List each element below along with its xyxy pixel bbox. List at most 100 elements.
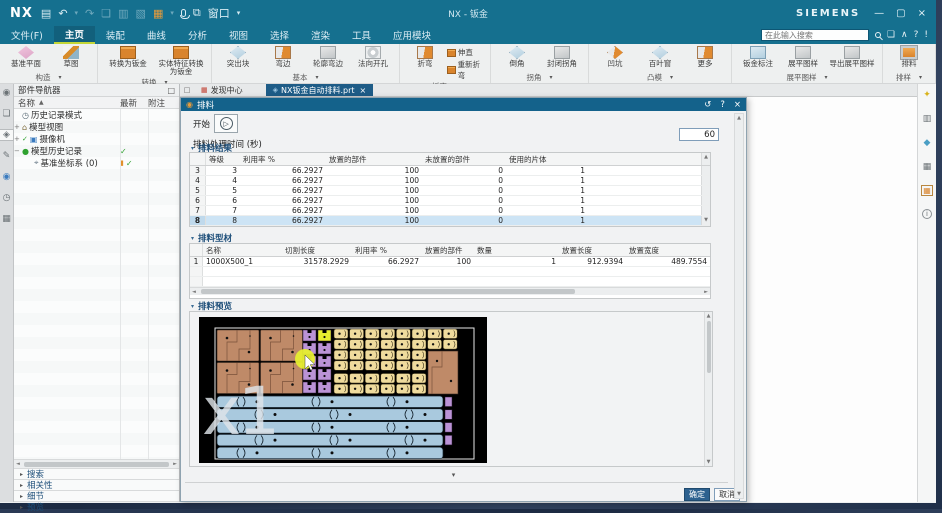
window-menu-dropdown-icon[interactable]: ▾ [237,9,241,17]
section-preview[interactable]: ▸预览 [14,501,179,512]
window-menu[interactable]: 窗口 [208,5,230,21]
ok-button[interactable]: 确定 [684,488,710,501]
profiles-hscrollbar[interactable]: ◄ ► [190,287,710,295]
restore-button[interactable]: ▢ [896,8,905,19]
navigator-hscrollbar[interactable]: ◄ ► [14,459,179,468]
col-utilization[interactable]: 利用率 % [352,245,422,256]
redo-icon[interactable]: ↷ [85,7,94,20]
voice-command-icon[interactable] [181,9,186,17]
scroll-right-icon[interactable]: ► [702,289,710,295]
section-details[interactable]: ▸细节 [14,490,179,501]
dimple-button[interactable]: 凹坑 [593,45,637,68]
table-row[interactable]: 5566.292710001 [190,186,710,196]
scrollbar-thumb[interactable] [201,289,575,294]
col-sheets[interactable]: 使用的片体 [506,154,588,165]
section-search[interactable]: ▸搜索 [14,468,179,479]
roles-icon[interactable]: ▦ [0,214,13,224]
tab-assemblies[interactable]: 装配 [95,26,136,44]
nesting-shortcut-icon[interactable]: ▦ [922,186,932,195]
col-quantity[interactable]: 数量 [474,245,559,256]
part-navigator-icon[interactable]: ◈ [0,130,13,140]
scroll-down-icon[interactable]: ▼ [737,491,741,497]
dialog-collapse-icon[interactable]: ▾ [181,471,726,479]
export-flat-pattern-shortcut-icon[interactable]: ▥ [923,114,932,124]
nest-time-input[interactable] [679,128,719,141]
favorites-icon[interactable]: ✦ [923,90,931,100]
view-manager-icon[interactable]: ◉ [0,172,13,182]
expander-icon[interactable]: + [14,135,20,143]
dialog-title-bar[interactable]: ◉ 排料 ↺ ? × [181,98,746,111]
undo-dropdown-icon[interactable]: ▾ [75,9,79,17]
col-utilization[interactable]: 利用率 % [240,154,326,165]
table-row-empty[interactable] [190,267,710,277]
solid-to-sheet-metal-button[interactable]: 实体特征转换为钣金 [155,45,207,77]
detach-panel-icon[interactable]: □ [167,86,175,95]
table-row[interactable]: 7766.292710001 [190,206,710,216]
ribbon-group-label[interactable]: 排样▾ [885,72,933,83]
flat-pattern-shortcut-icon[interactable]: ▦ [923,162,932,172]
ribbon-group-label[interactable]: 展平图样▾ [734,72,880,83]
sketch-button[interactable]: 草图 [49,45,93,68]
tab-discovery-center[interactable]: ▦ 发现中心 [194,84,250,96]
scrollbar-thumb[interactable] [707,321,711,373]
cut-icon[interactable]: ❏ [101,7,111,20]
nesting-button[interactable]: 排料 [887,45,931,68]
dialog-close-icon[interactable]: × [734,100,741,110]
dialog-vscrollbar[interactable]: ▲ ▼ [734,113,744,499]
tab-tools[interactable]: 工具 [341,26,382,44]
help-icon[interactable]: ? [914,30,919,40]
rebend-button[interactable]: 重新折弯 [447,59,486,81]
scroll-up-icon[interactable]: ▲ [707,313,711,319]
col-placed-length[interactable]: 放置长度 [559,245,626,256]
scroll-down-icon[interactable]: ▼ [707,459,711,465]
scroll-up-icon[interactable]: ▲ [704,154,708,160]
tab-feature-shortcut-icon[interactable]: ◆ [924,138,931,148]
tab-application[interactable]: 应用模块 [382,26,442,44]
close-tab-icon[interactable]: × [360,86,367,95]
col-name[interactable]: 名称 [203,245,282,256]
scroll-left-icon[interactable]: ◄ [14,461,22,467]
search-input[interactable] [761,29,869,41]
table-row[interactable]: 6666.292710001 [190,196,710,206]
results-vscrollbar-bottom[interactable]: ▼ [701,216,710,225]
tree-row-history-mode[interactable]: ◷历史记录模式 [14,109,179,121]
fullscreen-icon[interactable]: ❏ [887,30,895,40]
tab-feature-button[interactable]: 突出块 [216,45,260,68]
save-icon[interactable]: ▤ [41,7,51,20]
col-placed[interactable]: 放置的部件 [422,245,474,256]
minimize-ribbon-icon[interactable]: ∧ [901,30,908,40]
info-icon[interactable]: i [922,209,932,219]
search-icon[interactable] [875,32,881,38]
assembly-navigator-icon[interactable]: ◉ [0,88,13,98]
flange-button[interactable]: 弯边 [261,45,305,68]
datum-plane-button[interactable]: 基准平面 [4,45,48,68]
col-unplaced[interactable]: 未放置的部件 [422,154,506,165]
ribbon-group-label[interactable]: 凸模▾ [591,72,729,83]
undo-icon[interactable]: ↶ [58,7,67,20]
tab-analysis[interactable]: 分析 [177,26,218,44]
tab-curve[interactable]: 曲线 [136,26,177,44]
expander-icon[interactable]: + [14,123,20,131]
tab-render[interactable]: 渲染 [300,26,341,44]
alert-icon[interactable]: ! [924,30,928,40]
section-dependencies[interactable]: ▸相关性 [14,479,179,490]
column-name[interactable]: 名称▲ [14,97,120,109]
minimize-button[interactable]: — [874,8,884,19]
preview-vscrollbar[interactable]: ▲ ▼ [704,312,712,466]
chamfer-button[interactable]: 倒角 [495,45,539,68]
paste-icon[interactable]: ▧ [136,7,146,20]
tree-row-datum-csys[interactable]: ⌖基准坐标系 (0) ▮✓ [14,157,179,169]
table-row[interactable]: 3366.292710001 [190,166,710,176]
tab-home[interactable]: 主页 [54,26,95,44]
col-cut-length[interactable]: 切割长度 [282,245,352,256]
nest-preview-canvas[interactable]: x1 [199,317,487,463]
ribbon-group-label[interactable]: 拐角▾ [493,72,586,83]
expander-icon[interactable]: − [14,147,20,155]
table-row[interactable]: 11000X500_131578.292966.29271001912.9394… [190,257,710,267]
tab-nesting-part[interactable]: ◈ NX钣金自动排料.prt × [266,84,374,96]
ribbon-group-label[interactable]: 基本▾ [214,72,397,83]
window-icon[interactable]: ⧉ [193,6,201,20]
pane-icon[interactable]: □ [180,84,194,96]
convert-to-sheet-metal-button[interactable]: 转换为钣金 [102,45,154,68]
start-nesting-button[interactable]: ▷ [214,114,238,133]
